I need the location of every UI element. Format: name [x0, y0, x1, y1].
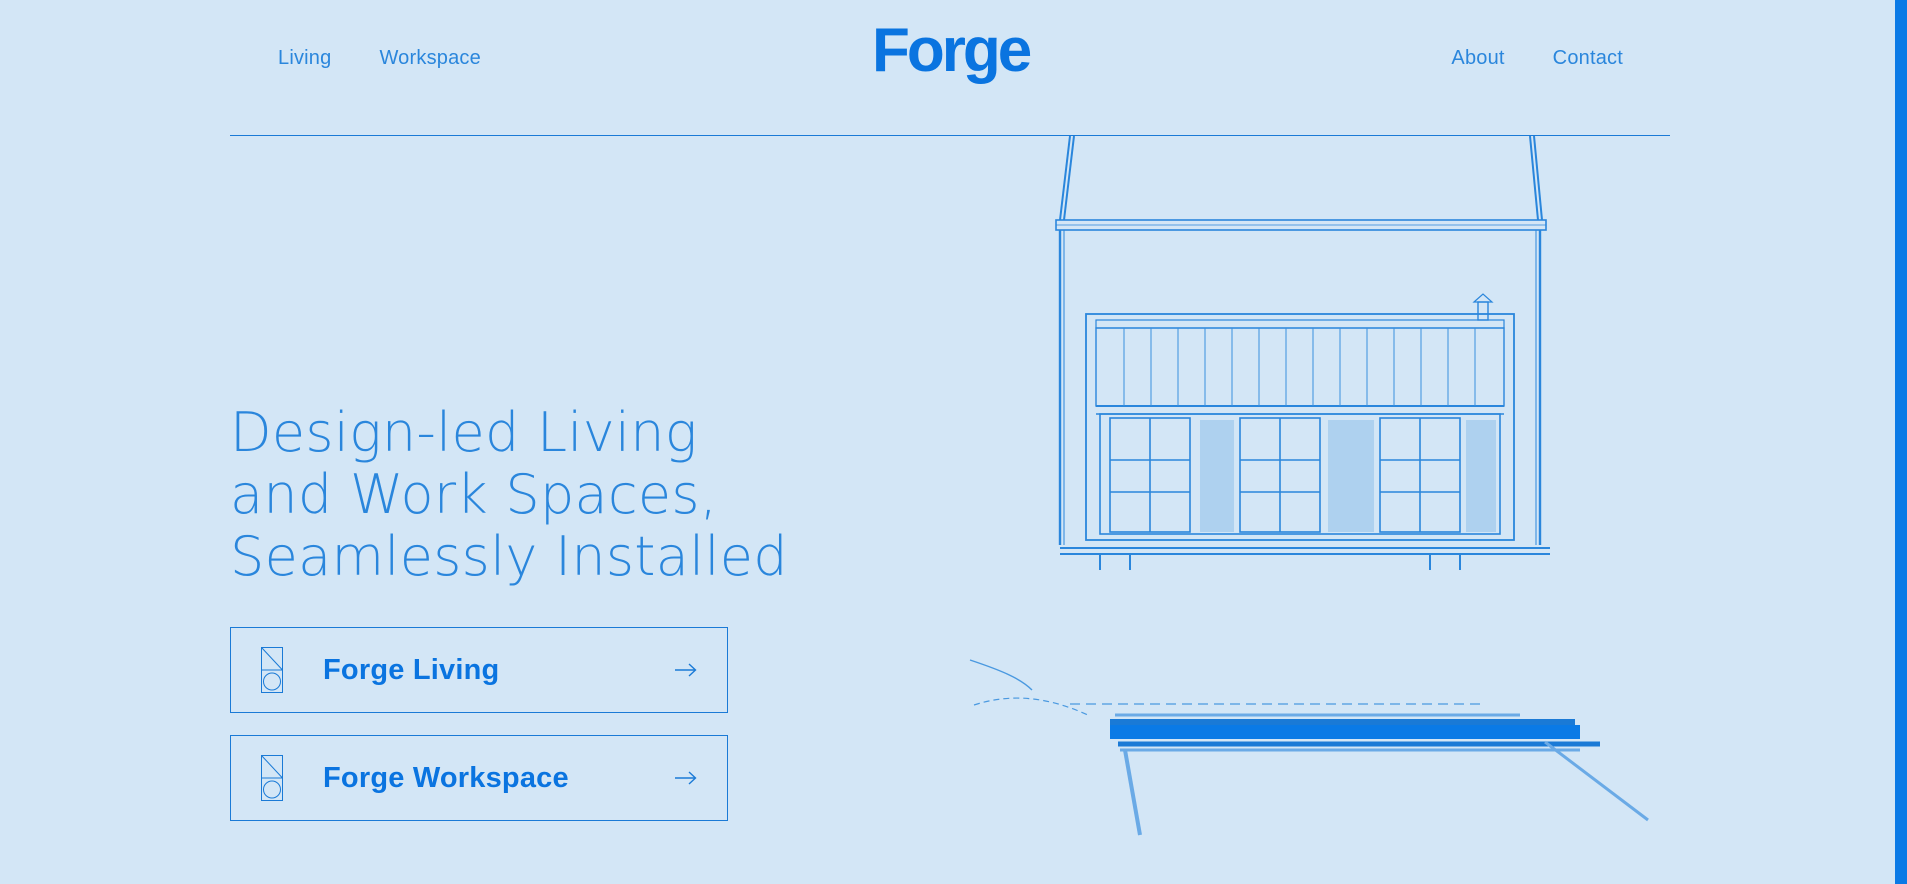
headline-line-3: Seamlessly Installed	[230, 525, 788, 588]
arrow-right-icon	[675, 663, 697, 677]
nav-link-contact[interactable]: Contact	[1553, 47, 1623, 70]
right-edge-bar	[1895, 0, 1907, 884]
nav-link-workspace[interactable]: Workspace	[379, 47, 480, 70]
forge-living-icon	[261, 647, 283, 693]
arrow-right-icon	[675, 771, 697, 785]
hero-headline: Design-led Living and Work Spaces, Seaml…	[230, 402, 788, 588]
forge-workspace-card[interactable]: Forge Workspace	[230, 735, 728, 821]
nav-link-living[interactable]: Living	[278, 47, 331, 70]
hero-illustration-building	[969, 135, 1649, 836]
nav-link-about[interactable]: About	[1451, 47, 1504, 70]
primary-nav-left: Living Workspace	[278, 47, 481, 70]
headline-line-1: Design-led Living	[230, 401, 698, 464]
forge-workspace-icon	[261, 755, 283, 801]
brand-logo[interactable]: Forge	[872, 20, 1032, 82]
forge-living-label: Forge Living	[323, 653, 500, 686]
primary-nav-right: About Contact	[1451, 47, 1623, 70]
forge-workspace-label: Forge Workspace	[323, 761, 569, 794]
forge-living-card[interactable]: Forge Living	[230, 627, 728, 713]
headline-line-2: and Work Spaces,	[230, 463, 718, 526]
